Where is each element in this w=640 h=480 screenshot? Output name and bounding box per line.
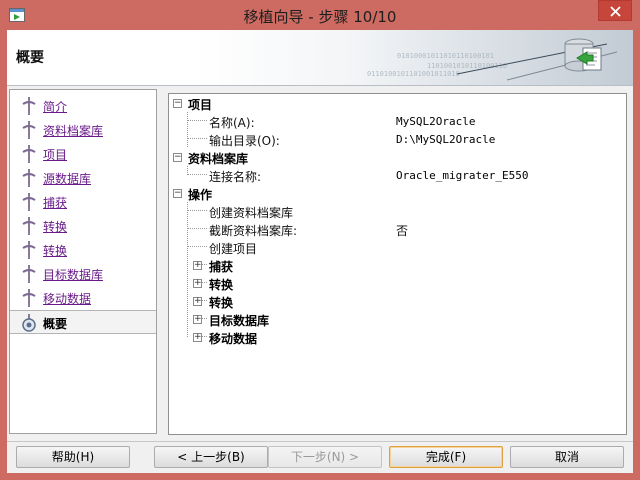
step-node-icon [22,241,36,259]
tree-section-project[interactable]: 项目 [188,96,212,114]
nav-step-label[interactable]: 项目 [43,146,67,163]
banner-database-graphic: 01010001011010110100101 1101001010110100… [367,38,618,81]
help-button[interactable]: 帮助(H) [16,446,130,468]
window-title: 移植向导 - 步骤 10/10 [243,8,397,26]
nav-step-convert-2[interactable]: 转换 [10,238,156,260]
step-node-icon [22,121,36,139]
nav-step-label: 概要 [43,317,68,331]
step-node-icon [22,193,36,211]
output-dir-value: D:\MySQL2Oracle [396,133,496,146]
step-node-icon [22,289,36,307]
tree-connector [187,246,207,247]
nav-step-summary[interactable]: 概要 [10,310,156,334]
nav-step-label[interactable]: 目标数据库 [43,266,103,283]
step-node-icon [22,217,36,235]
summary-tree-panel[interactable]: − 项目 名称(A): MySQL2Oracle 输出目录(O): D:\MyS… [168,93,627,435]
connection-name-value: Oracle_migrater_E550 [396,169,529,182]
collapse-toggle-icon[interactable]: − [173,189,182,198]
step-node-icon [22,169,36,187]
project-name-label: 名称(A): [209,116,255,130]
connection-name-label: 连接名称: [209,170,262,184]
nav-step-label[interactable]: 转换 [43,218,67,235]
tree-connector [187,120,207,121]
tree-connector [187,202,188,337]
next-button[interactable]: 下一步(N) > [268,446,382,468]
banner-title: 概要 [16,50,44,66]
tree-connector [187,210,207,211]
finish-button[interactable]: 完成(F) [389,446,503,468]
expand-toggle-icon[interactable]: + [193,333,202,342]
collapse-toggle-icon[interactable]: − [173,99,182,108]
tree-connector [187,138,207,139]
tree-node-move-data[interactable]: 移动数据 [209,330,257,348]
tree-section-operations[interactable]: 操作 [188,186,212,204]
collapse-toggle-icon[interactable]: − [173,153,182,162]
tree-connector [187,174,207,175]
tree-connector [187,112,188,147]
close-button[interactable] [598,0,632,21]
tree-node-target-db[interactable]: 目标数据库 [209,312,269,330]
title-bar[interactable]: 移植向导 - 步骤 10/10 [0,0,640,30]
nav-step-repository[interactable]: 资料档案库 [10,118,156,140]
nav-step-project[interactable]: 项目 [10,142,156,164]
op-create-repository: 创建资料档案库 [209,206,294,220]
project-name-value: MySQL2Oracle [396,115,476,128]
tree-section-repository[interactable]: 资料档案库 [188,150,248,168]
tree-node-capture[interactable]: 捕获 [209,258,233,276]
step-node-icon [22,145,36,163]
wizard-steps-nav: 简介 资料档案库 项目 源数据库 捕获 转换 转换 目标数据库 移动数据 概要 [9,89,157,434]
svg-text:01010001011010110100101: 01010001011010110100101 [397,52,494,60]
nav-step-capture[interactable]: 捕获 [10,190,156,212]
expand-toggle-icon[interactable]: + [193,315,202,324]
expand-toggle-icon[interactable]: + [193,297,202,306]
output-dir-label: 输出目录(O): [209,134,280,148]
button-bar-divider [7,441,633,442]
close-icon [610,6,621,17]
banner-divider [7,85,633,86]
svg-text:0110100101101001011010: 0110100101101001011010 [367,70,460,78]
nav-step-label[interactable]: 捕获 [43,194,67,211]
nav-step-intro[interactable]: 简介 [10,94,156,116]
nav-step-label[interactable]: 资料档案库 [43,122,103,139]
wizard-banner: 概要 01010001011010110100101 1101001010110… [7,30,633,85]
current-step-icon [22,314,36,332]
nav-step-source-db[interactable]: 源数据库 [10,166,156,188]
tree-node-convert-1[interactable]: 转换 [209,276,233,294]
nav-step-target-db[interactable]: 目标数据库 [10,262,156,284]
nav-step-convert-1[interactable]: 转换 [10,214,156,236]
back-button[interactable]: < 上一步(B) [154,446,268,468]
expand-toggle-icon[interactable]: + [193,279,202,288]
tree-connector [187,228,207,229]
expand-toggle-icon[interactable]: + [193,261,202,270]
wizard-client-area: 概要 01010001011010110100101 1101001010110… [7,30,633,473]
step-node-icon [22,97,36,115]
op-truncate-repository-value: 否 [396,224,409,238]
op-truncate-repository-label: 截断资料档案库: [209,224,298,238]
tree-node-convert-2[interactable]: 转换 [209,294,233,312]
nav-step-label[interactable]: 源数据库 [43,170,91,187]
op-create-project: 创建项目 [209,242,258,256]
cancel-button[interactable]: 取消 [510,446,624,468]
nav-step-move-data[interactable]: 移动数据 [10,286,156,308]
nav-step-label[interactable]: 转换 [43,242,67,259]
nav-step-label[interactable]: 简介 [43,98,67,115]
nav-step-label[interactable]: 移动数据 [43,290,91,307]
step-node-icon [22,265,36,283]
